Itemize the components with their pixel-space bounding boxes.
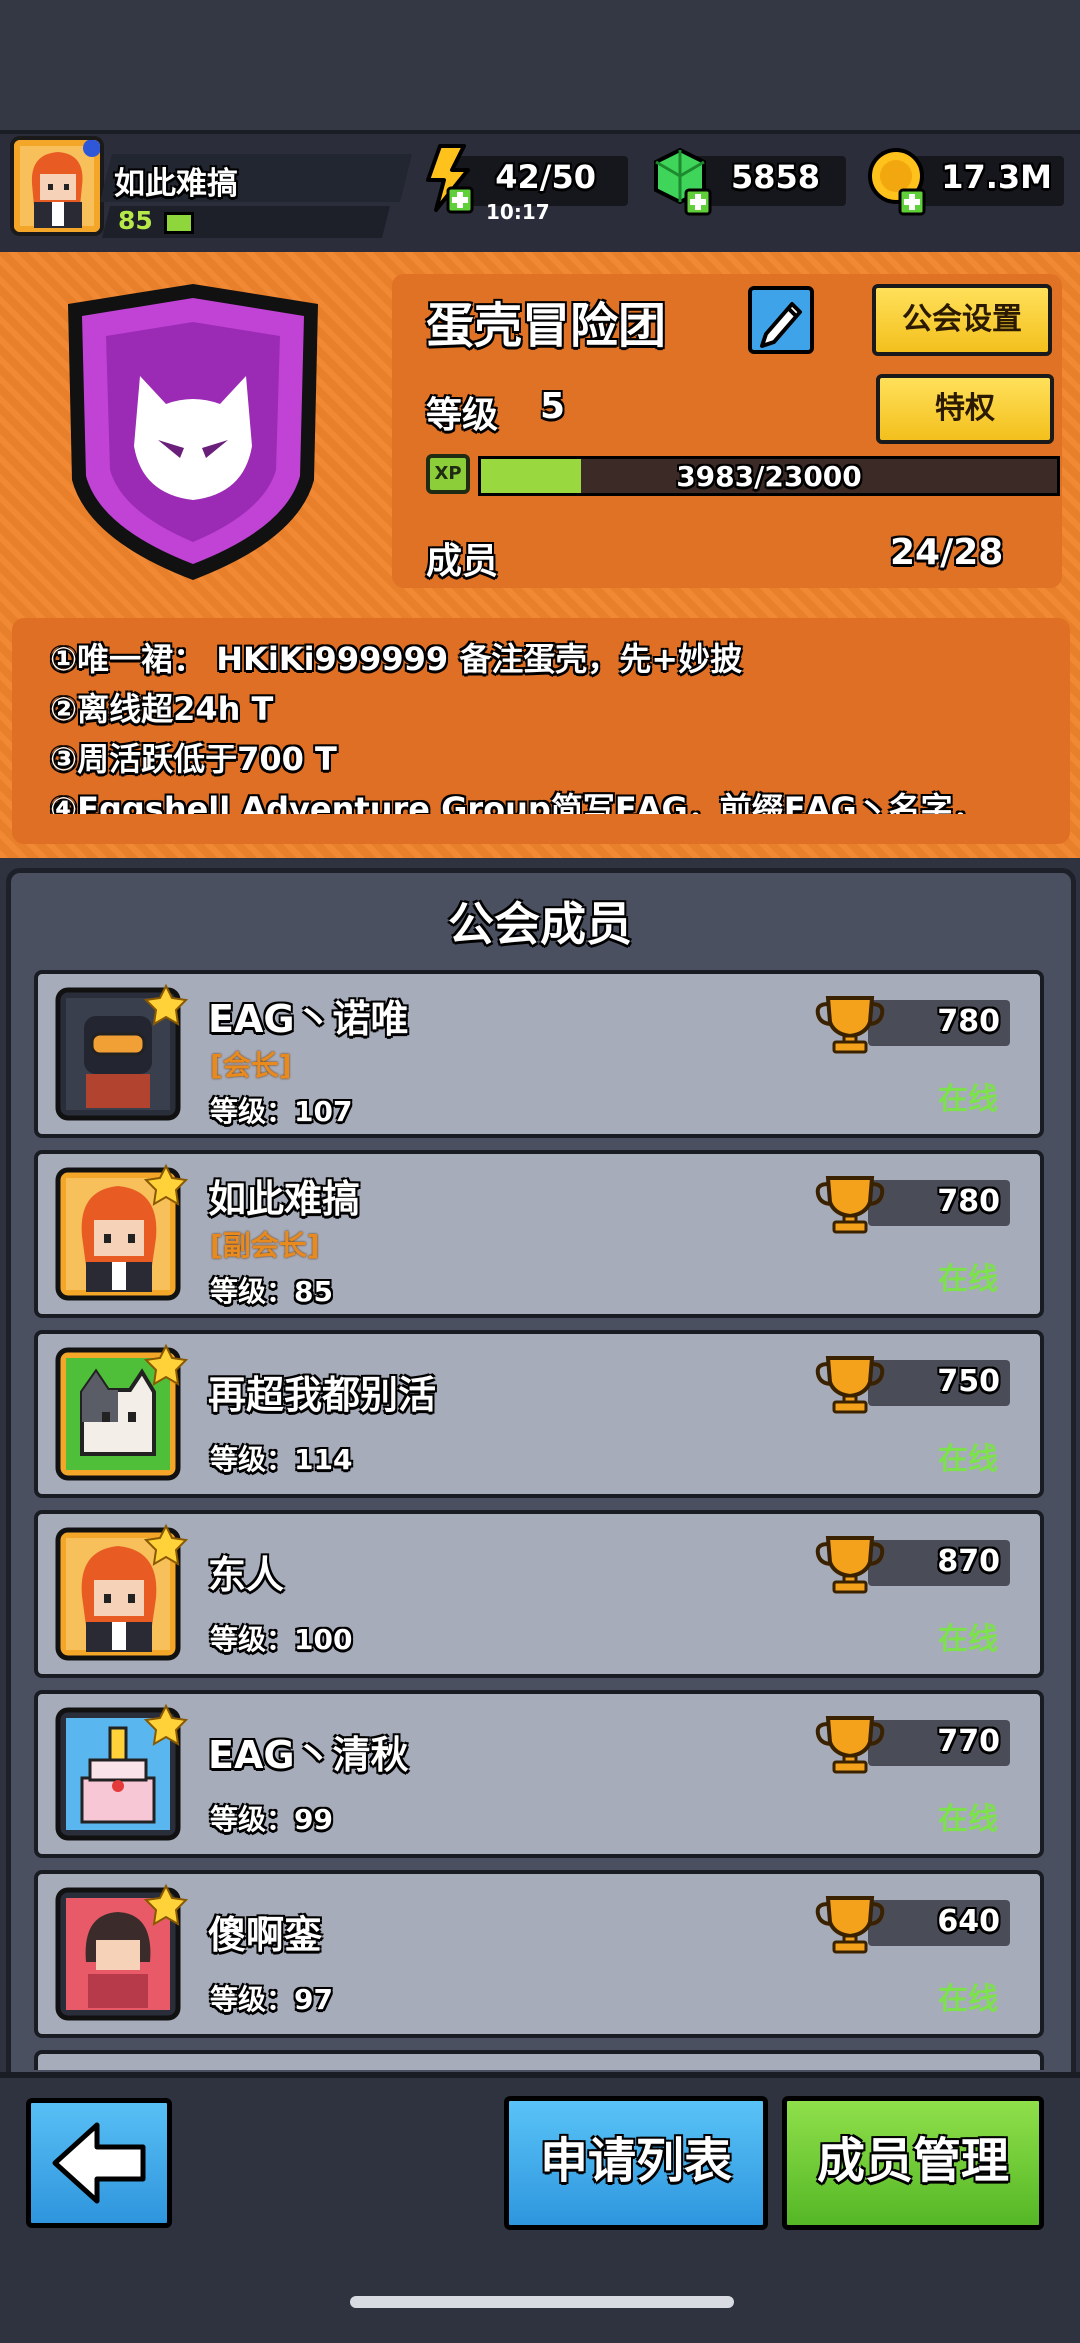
guild-xp-text: 3983/23000 [676,460,862,493]
member-level: 等级：107 [210,1095,353,1128]
cat-avatar-icon[interactable] [48,1342,189,1488]
members-count: 24/28 [890,532,1004,573]
member-name: 再超我都别活 [208,1373,437,1417]
dark-hair-avatar-icon[interactable] [48,1882,189,2028]
member-role: [会长] [210,1049,292,1082]
member-name: 傻啊銮 [208,1913,323,1957]
members-label: 成员 [426,541,499,582]
notice-line-clip: ④Eggshell Adventure Group简写EAG，前缀EAG丶名字， [12,770,1070,814]
notice-line: ②离线超24h T [50,690,274,728]
guild-name: 蛋壳冒险团 [426,298,667,354]
hooded-ninja-avatar-icon[interactable] [48,982,189,1128]
guild-level-value: 5 [540,386,566,427]
member-level: 等级：114 [210,1443,353,1476]
player-name: 如此难搞 [114,166,238,202]
member-trophies: 780 [937,1184,1000,1219]
member-list[interactable]: EAG丶诺唯 [会长] 等级：107 780 在线 如此难搞 [副会长] 等级：85 780 在线… [30,970,1050,2070]
player-level: 85 [118,206,153,235]
member-card[interactable]: EAG丶诺唯 [会长] 等级：107 780 在线 [34,970,1044,1138]
home-indicator [350,2296,734,2308]
guild-settings-button[interactable]: 公会设置 [872,284,1052,356]
member-trophies: 750 [937,1364,1000,1399]
guild-badge[interactable] [48,280,338,586]
gems-value: 5858 [730,158,820,196]
red-hair-avatar-icon[interactable] [48,1162,189,1308]
energy-icon[interactable] [418,144,478,216]
member-name: 东人 [208,1553,285,1597]
member-status: 在线 [938,1802,998,1837]
member-trophies: 770 [937,1724,1000,1759]
notice-line: ④Eggshell Adventure Group简写EAG，前缀EAG丶名字， [50,790,985,814]
cat-shield-icon [68,284,318,580]
red-hair-avatar-icon [14,140,100,232]
cake-avatar-icon[interactable] [48,1702,189,1848]
energy-value: 42/50 [495,158,596,196]
member-manage-button[interactable]: 成员管理 [782,2096,1044,2230]
notice-line: ①唯一裙： HKiKi999999 备注蛋壳，先+妙披 [50,640,743,678]
xp-icon: XP [426,454,470,494]
member-trophies: 640 [937,1904,1000,1939]
member-card-partial[interactable] [34,2050,1044,2070]
member-trophies: 870 [937,1544,1000,1579]
member-card[interactable]: 傻啊銮等级：97 640 在线 [34,1870,1044,2038]
member-card[interactable]: 再超我都别活等级：114 750 在线 [34,1330,1044,1498]
member-level: 等级：97 [210,1983,333,2016]
member-card[interactable]: 如此难搞 [副会长] 等级：85 780 在线 [34,1150,1044,1318]
pencil-icon [760,302,802,348]
member-status: 在线 [938,1262,998,1297]
coins-value: 17.3M [941,158,1052,196]
energy-timer: 10:17 [486,200,550,224]
guild-level-label: 等级 [426,395,499,436]
member-status: 在线 [938,1442,998,1477]
member-level: 等级：100 [210,1623,353,1656]
red-hair-avatar-icon[interactable] [48,1522,189,1668]
member-card[interactable]: EAG丶清秋等级：99 770 在线 [34,1690,1044,1858]
member-level: 等级：85 [210,1275,333,1308]
member-card[interactable]: 东人等级：100 870 在线 [34,1510,1044,1678]
player-avatar[interactable] [10,136,104,236]
member-status: 在线 [938,1982,998,2017]
back-button[interactable] [26,2098,172,2228]
member-status: 在线 [938,1082,998,1117]
member-status: 在线 [938,1622,998,1657]
member-trophies: 780 [937,1004,1000,1039]
member-role: [副会长] [210,1229,320,1262]
apply-list-button[interactable]: 申请列表 [504,2096,768,2230]
member-level: 等级：99 [210,1803,333,1836]
status-bar-area [0,0,1080,130]
member-name: 如此难搞 [208,1177,361,1221]
privilege-button[interactable]: 特权 [876,374,1054,444]
edit-guild-name-button[interactable] [748,286,814,354]
member-name: EAG丶清秋 [208,1733,409,1777]
player-xp-bar [164,212,194,234]
member-name: EAG丶诺唯 [208,997,409,1041]
arrow-left-icon [52,2122,146,2204]
coin-icon[interactable] [866,146,932,218]
members-title: 公会成员 [448,897,632,951]
